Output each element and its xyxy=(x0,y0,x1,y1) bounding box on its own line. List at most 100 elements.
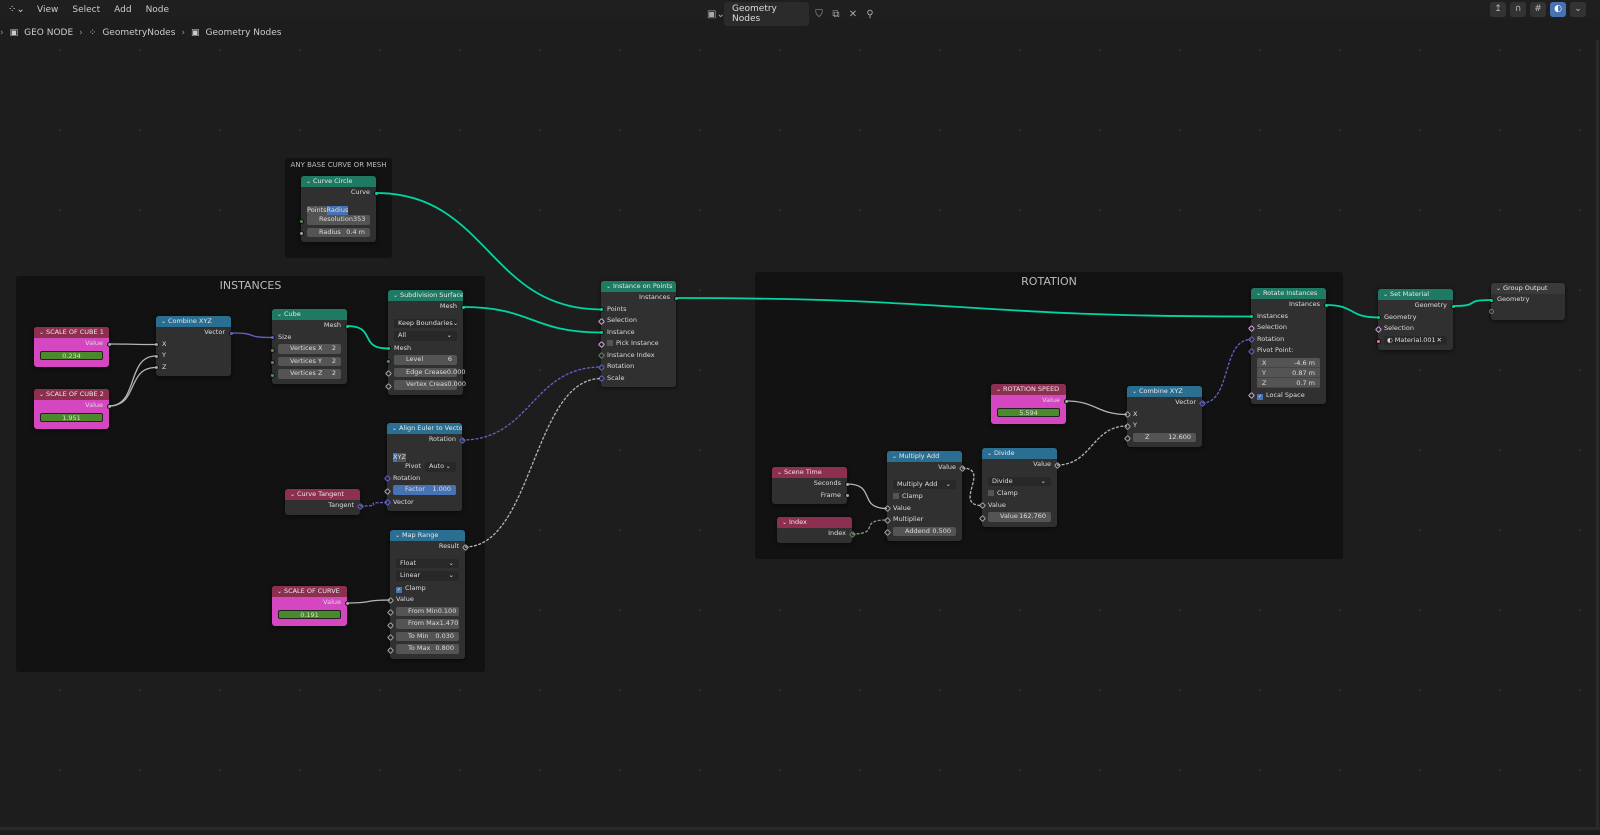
value-field-level[interactable]: Level 6 xyxy=(394,355,457,365)
node-iop[interactable]: Instance on PointsInstances Points Selecti… xyxy=(597,281,679,387)
node-setmat[interactable]: Set MaterialGeometryGeometrySelection◐ M… xyxy=(1374,289,1456,350)
value-field-vertices-y[interactable]: Vertices Y 2 xyxy=(278,356,341,366)
node-header[interactable]: Map Range xyxy=(390,530,465,541)
socket-geo[interactable] xyxy=(460,304,466,310)
vector-field[interactable]: X -4.6 m Y 0.87 m Z 0.7 m xyxy=(1257,357,1320,388)
value-field-radius[interactable]: Radius 0.4 m xyxy=(307,227,370,237)
node-header[interactable]: Combine XYZ xyxy=(1127,386,1202,397)
node-muladd[interactable]: Multiply AddValueMultiply Add⌄ClampValue… xyxy=(883,451,966,541)
node-scalecurve[interactable]: SCALE OF CURVEValue 0.191 xyxy=(272,586,350,626)
node-header[interactable]: Index xyxy=(777,517,852,528)
socket-float[interactable] xyxy=(844,493,850,498)
value-field-addend[interactable]: Addend 0.500 xyxy=(893,526,956,536)
breadcrumb-node-tree[interactable]: Geometry Nodes xyxy=(206,28,282,38)
menu-view[interactable]: View xyxy=(30,5,65,15)
parent-node-tree-icon[interactable]: ↥ xyxy=(1490,2,1506,17)
node-tree-browse-icon[interactable]: ▣⌄ xyxy=(707,9,725,20)
node-header[interactable]: Instance on Points xyxy=(601,281,676,292)
socket-geo[interactable] xyxy=(1375,315,1381,320)
node-scale1[interactable]: SCALE OF CUBE 1Value 0.234 xyxy=(34,327,112,367)
node-header[interactable]: SCALE OF CUBE 1 xyxy=(34,327,109,338)
socket-float[interactable] xyxy=(298,231,304,236)
snapping-grid-icon[interactable]: # xyxy=(1530,2,1546,17)
node-subsurf[interactable]: Subdivision SurfaceMeshKeep Boundaries⌄A… xyxy=(384,290,466,395)
snap-icon[interactable]: ∩ xyxy=(1510,2,1526,17)
checkbox[interactable] xyxy=(607,340,613,346)
vector-component[interactable]: X -4.6 m xyxy=(1257,358,1320,368)
dropdown[interactable]: Float ⌄ xyxy=(396,558,459,568)
close-icon[interactable]: ✕ xyxy=(846,9,860,20)
socket-geo[interactable] xyxy=(1248,314,1254,319)
socket-vec[interactable] xyxy=(597,363,605,371)
node-rotinst[interactable]: Rotate InstancesInstancesInstancesSelect… xyxy=(1247,288,1329,404)
node-rotspeed[interactable]: ROTATION SPEEDValue 5.594 xyxy=(991,384,1069,424)
toggle-option[interactable]: Points xyxy=(307,205,327,215)
fake-user-shield-icon[interactable]: ⛉ xyxy=(812,9,826,20)
socket-vec[interactable] xyxy=(228,330,234,336)
vector-component[interactable]: Z 0.7 m xyxy=(1257,378,1320,388)
menu-add[interactable]: Add xyxy=(107,5,138,15)
value-field-edge-crease[interactable]: Edge Crease 0.000 xyxy=(394,367,465,377)
socket-int[interactable] xyxy=(298,218,304,224)
checkbox[interactable] xyxy=(988,490,994,496)
socket-mat[interactable] xyxy=(1375,339,1381,344)
node-maprange[interactable]: Map RangeResultFloat⌄Linear⌄✓ClampValueF… xyxy=(386,530,469,659)
socket-geo[interactable] xyxy=(344,323,350,329)
socket-geo[interactable] xyxy=(373,190,379,196)
value-field-from-max[interactable]: From Max 1.470 xyxy=(396,619,459,629)
node-header[interactable]: Curve Tangent xyxy=(285,489,360,500)
value-field-vertex-creas[interactable]: Vertex Creas 0.000 xyxy=(394,380,466,390)
socket-bool[interactable] xyxy=(1374,325,1382,333)
clear-material-icon[interactable]: ✕ xyxy=(1437,336,1442,346)
node-groupout[interactable]: Group OutputGeometry xyxy=(1488,283,1565,320)
socket-float[interactable] xyxy=(106,341,112,347)
value-slider[interactable]: 5.594 xyxy=(997,407,1060,417)
duplicate-icon[interactable]: ⧉ xyxy=(829,9,843,20)
vector-component[interactable]: Y 0.87 m xyxy=(1257,368,1320,378)
socket-float[interactable] xyxy=(106,403,112,409)
toggle-option[interactable]: Radius xyxy=(326,205,349,215)
checkbox[interactable]: ✓ xyxy=(1257,393,1263,400)
socket-float[interactable] xyxy=(153,342,159,347)
node-header[interactable]: Align Euler to Vector xyxy=(387,423,462,434)
socket-int[interactable] xyxy=(385,358,391,364)
socket-bool[interactable] xyxy=(597,317,605,325)
horizontal-scrollbar[interactable] xyxy=(0,827,1600,830)
value-field-factor[interactable]: Factor 1.000 xyxy=(393,485,456,495)
node-header[interactable]: Cube xyxy=(272,309,347,320)
socket-bool[interactable] xyxy=(597,340,605,348)
node-header[interactable]: Curve Circle xyxy=(301,176,376,187)
socket-geo[interactable] xyxy=(1488,297,1494,303)
dropdown[interactable]: Divide ⌄ xyxy=(988,476,1051,486)
node-header[interactable]: Rotate Instances xyxy=(1251,288,1326,299)
socket-geo[interactable] xyxy=(598,307,604,312)
value-slider[interactable]: 0.234 xyxy=(40,350,103,360)
value-field-value[interactable]: Value 162.760 xyxy=(988,512,1051,522)
dropdown[interactable]: All ⌄ xyxy=(394,331,457,341)
vertical-scrollbar[interactable] xyxy=(1596,40,1599,830)
pin-icon[interactable]: ⚲ xyxy=(863,9,877,20)
value-field-to-min[interactable]: To Min 0.030 xyxy=(396,631,459,641)
dropdown[interactable]: Linear ⌄ xyxy=(396,571,459,581)
overlays-dropdown-icon[interactable]: ⌄ xyxy=(1570,2,1586,17)
pivot-dropdown[interactable]: Auto ⌄ xyxy=(424,462,456,472)
socket-empty[interactable] xyxy=(1488,309,1494,314)
dropdown[interactable]: Keep Boundaries ⌄ xyxy=(394,318,458,328)
node-index[interactable]: IndexIndex xyxy=(777,517,856,543)
material-field[interactable]: ◐ Material.001 ✕ xyxy=(1384,335,1447,346)
socket-float[interactable] xyxy=(153,353,159,359)
node-scenetime[interactable]: Scene TimeSeconds Frame xyxy=(772,467,850,504)
overlays-icon[interactable]: ◐ xyxy=(1550,2,1566,17)
node-header[interactable]: Group Output xyxy=(1491,283,1565,294)
node-header[interactable]: Scene Time xyxy=(772,467,847,478)
socket-geo[interactable] xyxy=(673,295,679,301)
socket-float[interactable] xyxy=(153,365,159,370)
node-divide[interactable]: DivideValueDivide⌄ClampValueValue162.760 xyxy=(978,448,1061,527)
socket-float[interactable] xyxy=(344,600,350,606)
node-header[interactable]: Set Material xyxy=(1378,289,1453,300)
menu-select[interactable]: Select xyxy=(65,5,107,15)
value-field-vertices-z[interactable]: Vertices Z 2 xyxy=(278,369,341,379)
socket-vec[interactable] xyxy=(269,335,275,340)
socket-geo[interactable] xyxy=(598,330,604,335)
node-tangent[interactable]: Curve TangentTangent xyxy=(285,489,364,515)
